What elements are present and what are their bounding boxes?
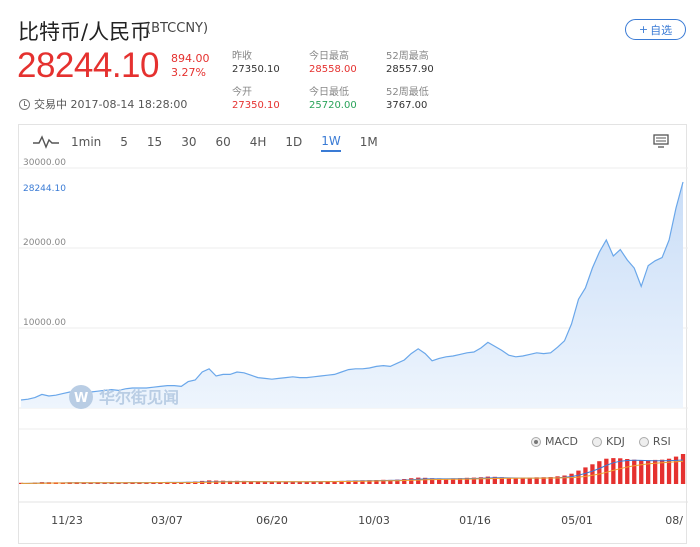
price-chart[interactable]: 30000.0020000.0010000.000.0028244.10W华尔街… bbox=[19, 125, 688, 545]
x-tick-label: 05/01 bbox=[561, 514, 593, 527]
x-tick-label: 08/ bbox=[665, 514, 683, 527]
indicator-rsi[interactable]: RSI bbox=[638, 435, 671, 448]
stat-label: 52周最低 bbox=[386, 87, 429, 98]
add-favorite-button[interactable]: + 自选 bbox=[625, 19, 686, 40]
indicator-label: RSI bbox=[652, 435, 671, 448]
chart-panel: 1min 5 15 30 60 4H 1D 1W 1M 30000.00 2000… bbox=[18, 124, 688, 545]
macd-bar bbox=[680, 454, 686, 484]
stat-52w-high: 52周最高 28557.90 bbox=[386, 50, 434, 76]
indicator-label: MACD bbox=[545, 435, 578, 448]
stat-label: 52周最高 bbox=[386, 51, 429, 62]
last-price: 28244.10 bbox=[17, 46, 159, 85]
radio-selected-icon bbox=[531, 436, 541, 447]
macd-bar bbox=[639, 460, 644, 484]
last-price-label: 28244.10 bbox=[23, 184, 66, 194]
macd-bar bbox=[632, 459, 637, 484]
stat-value: 27350.10 bbox=[232, 100, 280, 111]
stat-day-high: 今日最高 28558.00 bbox=[309, 50, 357, 76]
macd-bar bbox=[416, 477, 421, 484]
indicator-label: KDJ bbox=[605, 435, 625, 448]
ticker-code: (BTCCNY) bbox=[146, 21, 209, 36]
macd-bar bbox=[625, 459, 630, 484]
macd-bar bbox=[520, 477, 525, 484]
macd-bar bbox=[590, 464, 595, 484]
price-change-block: 894.00 3.27% bbox=[171, 52, 210, 80]
stat-value: 28558.00 bbox=[309, 64, 357, 75]
stat-value: 3767.00 bbox=[386, 100, 428, 111]
indicator-tabs: MACD KDJ RSI bbox=[531, 435, 671, 448]
trading-status: 交易中 2017-08-14 18:28:00 bbox=[19, 96, 187, 112]
trading-status-text: 交易中 2017-08-14 18:28:00 bbox=[34, 98, 188, 111]
plus-icon: + bbox=[638, 23, 649, 36]
stat-label: 今日最低 bbox=[309, 87, 349, 98]
macd-bar bbox=[597, 461, 602, 484]
x-tick-label: 06/20 bbox=[256, 514, 288, 527]
price-change: 894.00 bbox=[171, 52, 210, 65]
y-tick-label: 10000.00 bbox=[23, 318, 66, 328]
y-tick-label: 30000.00 bbox=[23, 158, 66, 168]
y-tick-label: 20000.00 bbox=[23, 238, 66, 248]
watermark-text: 华尔街见闻 bbox=[99, 388, 179, 407]
x-tick-label: 10/03 bbox=[358, 514, 390, 527]
add-favorite-label: 自选 bbox=[650, 23, 673, 37]
x-tick-label: 03/07 bbox=[151, 514, 183, 527]
x-tick-label: 01/16 bbox=[459, 514, 491, 527]
clock-icon bbox=[19, 98, 30, 110]
macd-bar bbox=[604, 458, 609, 484]
x-tick-label: 11/23 bbox=[51, 514, 83, 527]
watermark-logo-letter: W bbox=[74, 391, 88, 406]
stat-day-low: 今日最低 25720.00 bbox=[309, 86, 357, 112]
stat-52w-low: 52周最低 3767.00 bbox=[386, 86, 429, 112]
indicator-kdj[interactable]: KDJ bbox=[591, 435, 625, 448]
indicator-macd[interactable]: MACD bbox=[531, 435, 578, 448]
stat-value: 25720.00 bbox=[309, 100, 357, 111]
macd-bar bbox=[513, 477, 518, 484]
stat-value: 28557.90 bbox=[386, 64, 434, 75]
stat-label: 今开 bbox=[232, 87, 252, 98]
price-change-percent: 3.27% bbox=[171, 66, 206, 79]
stat-open: 今开 27350.10 bbox=[232, 86, 280, 112]
macd-bar bbox=[409, 478, 414, 484]
price-area bbox=[21, 182, 683, 408]
stat-label: 昨收 bbox=[232, 51, 252, 62]
radio-icon bbox=[638, 436, 649, 447]
macd-bar bbox=[569, 473, 574, 484]
radio-icon bbox=[591, 436, 602, 447]
stat-prev-close: 昨收 27350.10 bbox=[232, 50, 280, 76]
page-title: 比特币/人民币 bbox=[18, 20, 152, 44]
stat-value: 27350.10 bbox=[232, 64, 280, 75]
macd-bar bbox=[618, 458, 623, 484]
stat-label: 今日最高 bbox=[309, 51, 349, 62]
